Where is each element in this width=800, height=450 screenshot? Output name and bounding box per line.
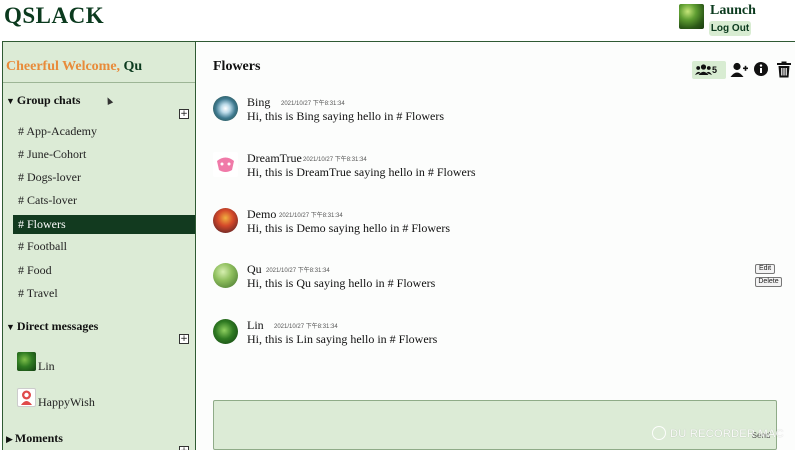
moments-toggle[interactable]: ▶ Moments — [6, 431, 63, 446]
channel-dogs-lover[interactable]: # Dogs-lover — [13, 168, 195, 187]
recorder-logo-icon — [652, 426, 666, 440]
member-count: 5 — [712, 65, 718, 75]
recorder-watermark: DU RECORDER MAC — [652, 426, 798, 443]
dm-item-lin[interactable]: Lin — [17, 352, 77, 374]
bing-avatar-icon[interactable] — [213, 96, 238, 121]
group-chats-toggle[interactable]: ▼ Group chats — [6, 93, 80, 108]
dreamtrue-avatar-icon[interactable] — [213, 152, 238, 177]
dm-item-happywish[interactable]: HappyWish — [17, 388, 117, 410]
user-box: Launch Log Out — [679, 3, 799, 36]
message-author[interactable]: Lin — [247, 318, 264, 333]
demo-avatar-icon[interactable] — [213, 208, 238, 233]
message-text: Hi, this is DreamTrue saying hello in # … — [247, 165, 476, 179]
direct-messages-toggle[interactable]: ▼ Direct messages — [6, 319, 98, 334]
message-item: Demo 2021/10/27 下午8:31:34 Hi, this is De… — [213, 207, 773, 248]
message-timestamp: 2021/10/27 下午8:31:34 — [279, 213, 343, 219]
message-timestamp: 2021/10/27 下午8:31:34 — [281, 101, 345, 107]
watermark-text: DU RECORDER MAC — [670, 427, 784, 440]
message-author[interactable]: Demo — [247, 207, 276, 222]
members-icon — [695, 64, 712, 75]
app-frame: Cheerful Welcome, Qu ▼ Group chats + # Ap… — [2, 41, 795, 450]
chat-toolbar: 5 — [692, 61, 792, 79]
message-item: Bing 2021/10/27 下午8:31:34 Hi, this is Bi… — [213, 95, 773, 136]
qu-avatar-icon[interactable] — [213, 263, 238, 288]
message-text: Hi, this is Qu saying hello in # Flowers — [247, 276, 436, 290]
message-author[interactable]: DreamTrue — [247, 151, 302, 166]
add-group-chat-button[interactable]: + — [179, 109, 189, 119]
welcome-greeting: Cheerful Welcome, — [6, 59, 121, 74]
caret-right-icon: ▶ — [6, 434, 13, 444]
direct-messages-label: Direct messages — [16, 319, 99, 333]
message-item: DreamTrue 2021/10/27 下午8:31:34 Hi, this … — [213, 151, 773, 192]
user-avatar-icon[interactable] — [679, 4, 704, 29]
divider — [3, 82, 195, 83]
message-author[interactable]: Bing — [247, 95, 270, 110]
channel-title: Flowers — [213, 59, 261, 74]
caret-down-icon: ▼ — [6, 96, 15, 106]
chat-panel: Flowers 5 Bing 2021/10/27 下午8:31:34 Hi, … — [197, 42, 795, 450]
dm-name: HappyWish — [38, 395, 95, 409]
mouse-cursor-icon — [104, 96, 114, 105]
message-timestamp: 2021/10/27 下午8:31:34 — [303, 157, 367, 163]
moments-label: Moments — [14, 431, 63, 445]
lin-avatar-icon[interactable] — [213, 319, 238, 344]
channel-cats-lover[interactable]: # Cats-lover — [13, 191, 195, 210]
message-text: Hi, this is Bing saying hello in # Flowe… — [247, 109, 445, 123]
current-user-name: Launch — [710, 3, 756, 18]
channel-travel[interactable]: # Travel — [13, 284, 195, 303]
add-moment-button[interactable]: + — [179, 446, 189, 450]
caret-down-icon: ▼ — [6, 322, 15, 332]
sidebar: Cheerful Welcome, Qu ▼ Group chats + # Ap… — [3, 42, 196, 450]
trash-icon[interactable] — [776, 61, 794, 79]
info-icon[interactable] — [753, 61, 771, 79]
members-button[interactable]: 5 — [692, 61, 726, 79]
group-chats-label: Group chats — [16, 93, 81, 107]
channel-football[interactable]: # Football — [13, 237, 195, 256]
dm-name: Lin — [38, 359, 55, 373]
message-text: Hi, this is Lin saying hello in # Flower… — [247, 332, 438, 346]
logout-button[interactable]: Log Out — [709, 21, 751, 36]
message-author[interactable]: Qu — [247, 262, 262, 277]
delete-message-button[interactable]: Delete — [755, 277, 782, 287]
welcome-username: Qu — [123, 59, 143, 74]
message-item: Qu 2021/10/27 下午8:31:34 Hi, this is Qu s… — [213, 262, 782, 303]
leaf-avatar-icon — [17, 352, 36, 371]
channel-june-cohort[interactable]: # June-Cohort — [13, 145, 195, 164]
app-brand[interactable]: QSLACK — [4, 3, 104, 29]
message-item: Lin 2021/10/27 下午8:31:34 Hi, this is Lin… — [213, 318, 773, 359]
channel-flowers[interactable]: # Flowers — [13, 215, 195, 234]
channel-food[interactable]: # Food — [13, 261, 195, 280]
welcome-message: Cheerful Welcome, Qu — [6, 59, 142, 75]
message-timestamp: 2021/10/27 下午8:31:34 — [274, 324, 338, 330]
top-header: QSLACK Launch Log Out — [0, 0, 800, 42]
edit-message-button[interactable]: Edit — [755, 264, 775, 274]
add-direct-message-button[interactable]: + — [179, 334, 189, 344]
message-timestamp: 2021/10/27 下午8:31:34 — [266, 268, 330, 274]
red-person-avatar-icon — [17, 388, 36, 407]
add-member-icon[interactable] — [730, 61, 748, 79]
channel-app-academy[interactable]: # App-Academy — [13, 122, 195, 141]
message-text: Hi, this is Demo saying hello in # Flowe… — [247, 221, 450, 235]
